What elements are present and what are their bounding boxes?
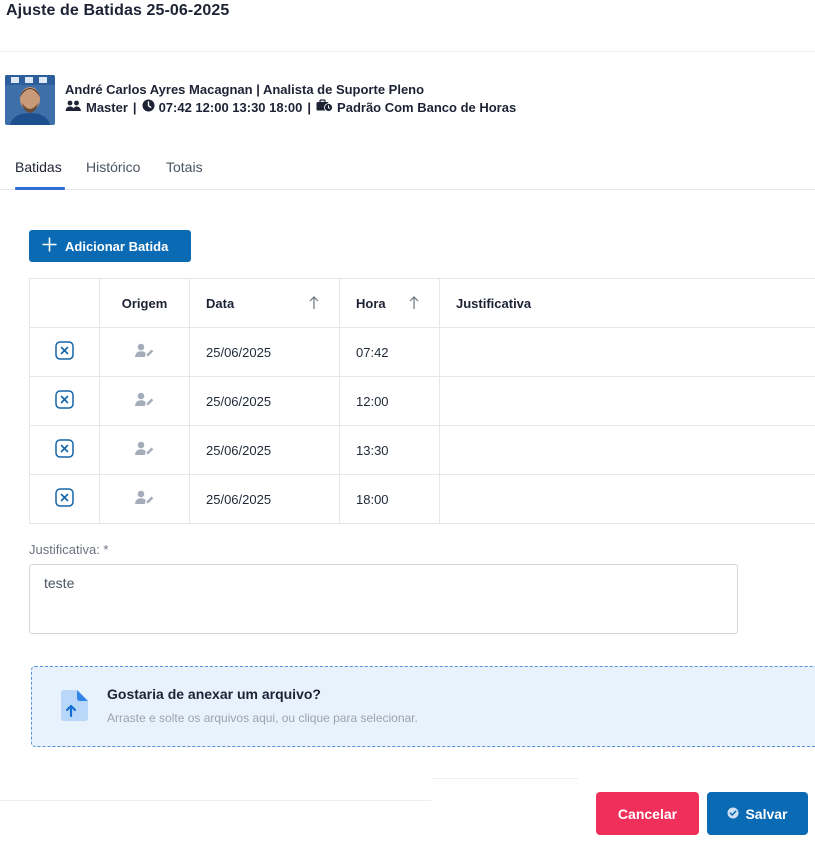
justificativa-cell <box>440 475 815 523</box>
origem-cell <box>100 328 190 376</box>
meta-separator: | <box>307 100 312 115</box>
avatar <box>5 75 55 125</box>
dropzone-subtitle: Arraste e solte os arquivos aqui, ou cli… <box>107 711 418 725</box>
remove-row-cell <box>30 426 100 474</box>
tab-bar: Batidas Histórico Totais <box>0 150 815 190</box>
justificativa-cell <box>440 328 815 376</box>
header-hora-label: Hora <box>356 295 386 311</box>
tab-totais[interactable]: Totais <box>166 159 203 175</box>
plus-icon <box>42 237 57 255</box>
justificativa-label: Justificativa: * <box>29 542 109 557</box>
justificativa-textarea[interactable]: teste <box>29 564 738 634</box>
header-actions <box>30 279 100 327</box>
justificativa-cell <box>440 426 815 474</box>
hora-cell: 18:00 <box>340 475 440 523</box>
remove-icon[interactable] <box>55 390 74 412</box>
footer-divider <box>0 800 431 801</box>
dropzone-title: Gostaria de anexar um arquivo? <box>107 686 321 702</box>
user-edit-icon <box>135 490 154 508</box>
clock-icon <box>142 99 155 117</box>
cancel-button[interactable]: Cancelar <box>596 792 699 835</box>
justificativa-cell <box>440 377 815 425</box>
users-icon <box>65 99 82 117</box>
remove-icon[interactable] <box>55 439 74 461</box>
remove-row-cell <box>30 377 100 425</box>
meta-separator: | <box>132 100 137 115</box>
remove-row-cell <box>30 475 100 523</box>
check-badge-icon <box>727 806 739 822</box>
user-edit-icon <box>135 392 154 410</box>
modal-title: Ajuste de Batidas 25-06-2025 <box>6 2 230 19</box>
table-row: 25/06/2025 07:42 <box>30 328 815 377</box>
file-dropzone[interactable]: Gostaria de anexar um arquivo? Arraste e… <box>31 666 815 747</box>
employee-name-role: André Carlos Ayres Macagnan | Analista d… <box>65 82 425 97</box>
hora-cell: 07:42 <box>340 328 440 376</box>
tab-historico[interactable]: Histórico <box>86 159 140 175</box>
origem-cell <box>100 475 190 523</box>
header-justificativa: Justificativa <box>440 279 815 327</box>
employee-group: Master <box>86 100 128 115</box>
header-origem: Origem <box>100 279 190 327</box>
save-label: Salvar <box>745 805 788 822</box>
briefcase-clock-icon <box>316 99 333 117</box>
hora-cell: 13:30 <box>340 426 440 474</box>
add-batida-button[interactable]: Adicionar Batida <box>29 230 191 262</box>
table-header-row: Origem Data Hora Justificativa <box>30 279 815 328</box>
sort-up-icon[interactable] <box>309 296 319 313</box>
origem-cell <box>100 426 190 474</box>
data-cell: 25/06/2025 <box>190 377 340 425</box>
data-cell: 25/06/2025 <box>190 328 340 376</box>
batidas-table: Origem Data Hora Justificativa 25/06/202… <box>29 278 815 524</box>
remove-row-cell <box>30 328 100 376</box>
hora-cell: 12:00 <box>340 377 440 425</box>
sort-up-icon[interactable] <box>409 296 419 313</box>
footer-divider <box>432 778 578 779</box>
header-data[interactable]: Data <box>190 279 340 327</box>
employee-policy: Padrão Com Banco de Horas <box>337 100 517 115</box>
add-batida-label: Adicionar Batida <box>65 238 169 254</box>
origem-cell <box>100 377 190 425</box>
file-upload-icon <box>57 689 91 728</box>
header-hora[interactable]: Hora <box>340 279 440 327</box>
header-divider <box>0 51 815 52</box>
user-edit-icon <box>135 441 154 459</box>
user-edit-icon <box>135 343 154 361</box>
table-row: 25/06/2025 12:00 <box>30 377 815 426</box>
employee-profile: André Carlos Ayres Macagnan | Analista d… <box>5 75 516 125</box>
table-row: 25/06/2025 18:00 <box>30 475 815 524</box>
data-cell: 25/06/2025 <box>190 426 340 474</box>
save-button[interactable]: Salvar <box>707 792 808 835</box>
active-tab-indicator <box>15 187 65 190</box>
table-row: 25/06/2025 13:30 <box>30 426 815 475</box>
data-cell: 25/06/2025 <box>190 475 340 523</box>
employee-meta: Master | 07:42 12:00 13:30 18:00 | Padrã… <box>65 99 516 117</box>
remove-icon[interactable] <box>55 341 74 363</box>
tab-batidas[interactable]: Batidas <box>15 159 62 175</box>
employee-schedule: 07:42 12:00 13:30 18:00 <box>158 100 303 115</box>
header-data-label: Data <box>206 295 235 311</box>
remove-icon[interactable] <box>55 488 74 510</box>
